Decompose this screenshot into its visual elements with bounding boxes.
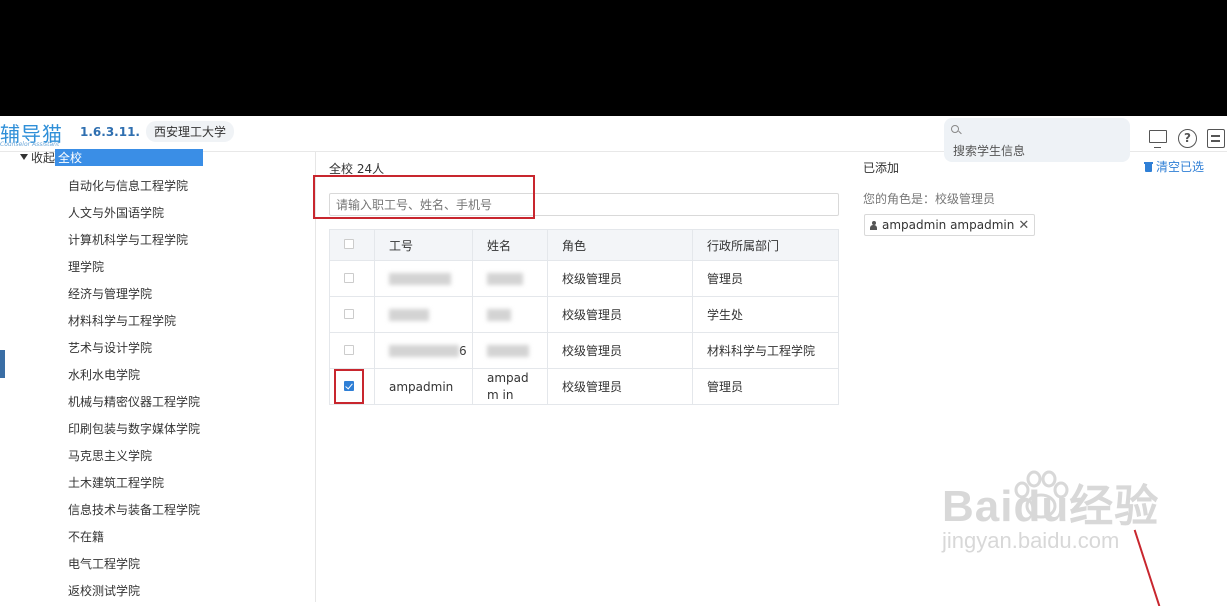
tree-item[interactable]: 经济与管理学院 — [68, 285, 152, 302]
user-icon — [870, 221, 877, 230]
redacted-blur — [487, 345, 529, 357]
highlight-box-input — [313, 175, 535, 219]
tree-item[interactable]: 水利水电学院 — [68, 366, 140, 383]
cell-role: 校级管理员 — [547, 332, 693, 369]
role-info: 您的角色是：校级管理员 — [863, 192, 996, 206]
staff-table: 工号 姓名 角色 行政所属部门 校级管理员 管理员 校级管理员 学生处 6 校级管理员 材料… — [329, 229, 839, 405]
selected-user-label: ampadmin ampadmin — [882, 218, 1015, 232]
cell-name: ampadm in — [472, 368, 548, 405]
tree-root[interactable]: 收起 全校 — [20, 149, 204, 167]
logo-subtitle: Counselor Assistant — [0, 141, 60, 148]
list-icon[interactable] — [1207, 129, 1225, 148]
main-panel: 全校 24人 工号 姓名 角色 行政所属部门 校级管理员管理员校级管理员学生处6… — [313, 152, 851, 602]
tree-item[interactable]: 土木建筑工程学院 — [68, 474, 164, 491]
row-select-cell[interactable] — [329, 296, 375, 333]
tree-item[interactable]: 信息技术与装备工程学院 — [68, 501, 200, 518]
cell-dept: 管理员 — [692, 260, 839, 297]
clear-selected-label: 清空已选 — [1156, 160, 1205, 174]
col-header-dept[interactable]: 行政所属部门 — [692, 229, 839, 261]
caret-down-icon[interactable] — [20, 154, 28, 160]
search-icon — [951, 125, 959, 133]
tree-item[interactable]: 返校测试学院 — [68, 582, 140, 599]
left-edge-bar — [0, 350, 5, 378]
table-row[interactable]: 6 校级管理员 材料科学与工程学院 — [329, 332, 839, 369]
col-header-role[interactable]: 角色 — [547, 229, 693, 261]
cell-id: 6 — [374, 332, 473, 369]
cell-id-text: 6 — [459, 343, 467, 358]
remove-tag-icon[interactable]: ✕ — [1018, 216, 1029, 236]
select-all-cell[interactable] — [329, 229, 375, 261]
selected-user-tag: ampadmin ampadmin ✕ — [864, 214, 1036, 236]
watermark-main: Baidu经验 — [942, 482, 1160, 531]
table-row[interactable]: 校级管理员 管理员 — [329, 260, 839, 297]
trash-icon — [1144, 162, 1153, 172]
cell-dept: 管理员 — [692, 368, 839, 405]
cell-name — [472, 296, 548, 333]
tree-item[interactable]: 马克思主义学院 — [68, 447, 152, 464]
row-checkbox[interactable] — [344, 308, 354, 319]
redacted-blur — [487, 309, 511, 321]
watermark: Baidu经验 jingyan.baidu.com — [942, 470, 1159, 554]
table-row[interactable]: ampadmin ampadm in 校级管理员 管理员 — [329, 368, 839, 405]
cell-dept: 学生处 — [692, 296, 839, 333]
tree-item[interactable]: 机械与精密仪器工程学院 — [68, 393, 200, 410]
row-select-cell[interactable] — [329, 332, 375, 369]
cell-id — [374, 296, 473, 333]
tree-node-all[interactable]: 全校 — [55, 149, 204, 166]
cell-dept: 材料科学与工程学院 — [692, 332, 839, 369]
select-all-checkbox[interactable] — [344, 239, 354, 249]
tree-item[interactable]: 艺术与设计学院 — [68, 339, 152, 356]
col-header-name[interactable]: 姓名 — [472, 229, 548, 261]
cell-id-text: ampadmin — [389, 379, 454, 394]
collapse-link[interactable]: 收起 — [31, 151, 55, 165]
redacted-blur — [389, 345, 459, 357]
tree-item[interactable]: 电气工程学院 — [68, 555, 140, 572]
org-tree-sidebar: 收起 全校 自动化与信息工程学院 人文与外国语学院计算机科学与工程学院 理学院经济与管… — [0, 149, 316, 602]
row-select-cell[interactable] — [329, 260, 375, 297]
school-badge[interactable]: 西安理工大学 — [146, 121, 235, 142]
tree-item[interactable]: 自动化与信息工程学院 — [68, 177, 188, 194]
cell-role: 校级管理员 — [547, 296, 693, 333]
help-icon[interactable]: ? — [1178, 129, 1197, 148]
cell-name — [472, 332, 548, 369]
tree-item[interactable]: 理学院 — [68, 258, 104, 275]
table-header-row: 工号 姓名 角色 行政所属部门 — [329, 229, 839, 261]
tree-item[interactable]: 材料科学与工程学院 — [68, 312, 176, 329]
highlight-box-checkbox — [334, 369, 364, 404]
monitor-icon[interactable] — [1149, 130, 1167, 148]
app-header: 辅导猫 Counselor Assistant 1.6.3.11. 西安理工大学… — [0, 116, 1227, 162]
cell-id — [374, 260, 473, 297]
top-black-area — [0, 0, 1227, 116]
redacted-blur — [487, 273, 523, 285]
cell-name-text: ampadm in — [487, 370, 529, 402]
redacted-blur — [389, 273, 451, 285]
col-header-id[interactable]: 工号 — [374, 229, 473, 261]
redacted-blur — [389, 309, 429, 321]
table-row[interactable]: 校级管理员 学生处 — [329, 296, 839, 333]
tree-item[interactable]: 计算机科学与工程学院 — [68, 231, 188, 248]
cell-id: ampadmin — [374, 368, 473, 405]
tree-item[interactable]: 人文与外国语学院 — [68, 204, 164, 221]
row-checkbox[interactable] — [344, 272, 354, 283]
row-checkbox[interactable] — [344, 344, 354, 355]
tree-item[interactable]: 印刷包装与数字媒体学院 — [68, 420, 200, 437]
app-version: 1.6.3.11. — [80, 125, 140, 139]
cell-role: 校级管理员 — [547, 368, 693, 405]
cell-name — [472, 260, 548, 297]
clear-selected-button[interactable]: 清空已选 — [1144, 158, 1205, 175]
tree-item[interactable]: 不在籍 — [68, 528, 104, 545]
added-title: 已添加 — [863, 161, 900, 175]
cell-role: 校级管理员 — [547, 260, 693, 297]
